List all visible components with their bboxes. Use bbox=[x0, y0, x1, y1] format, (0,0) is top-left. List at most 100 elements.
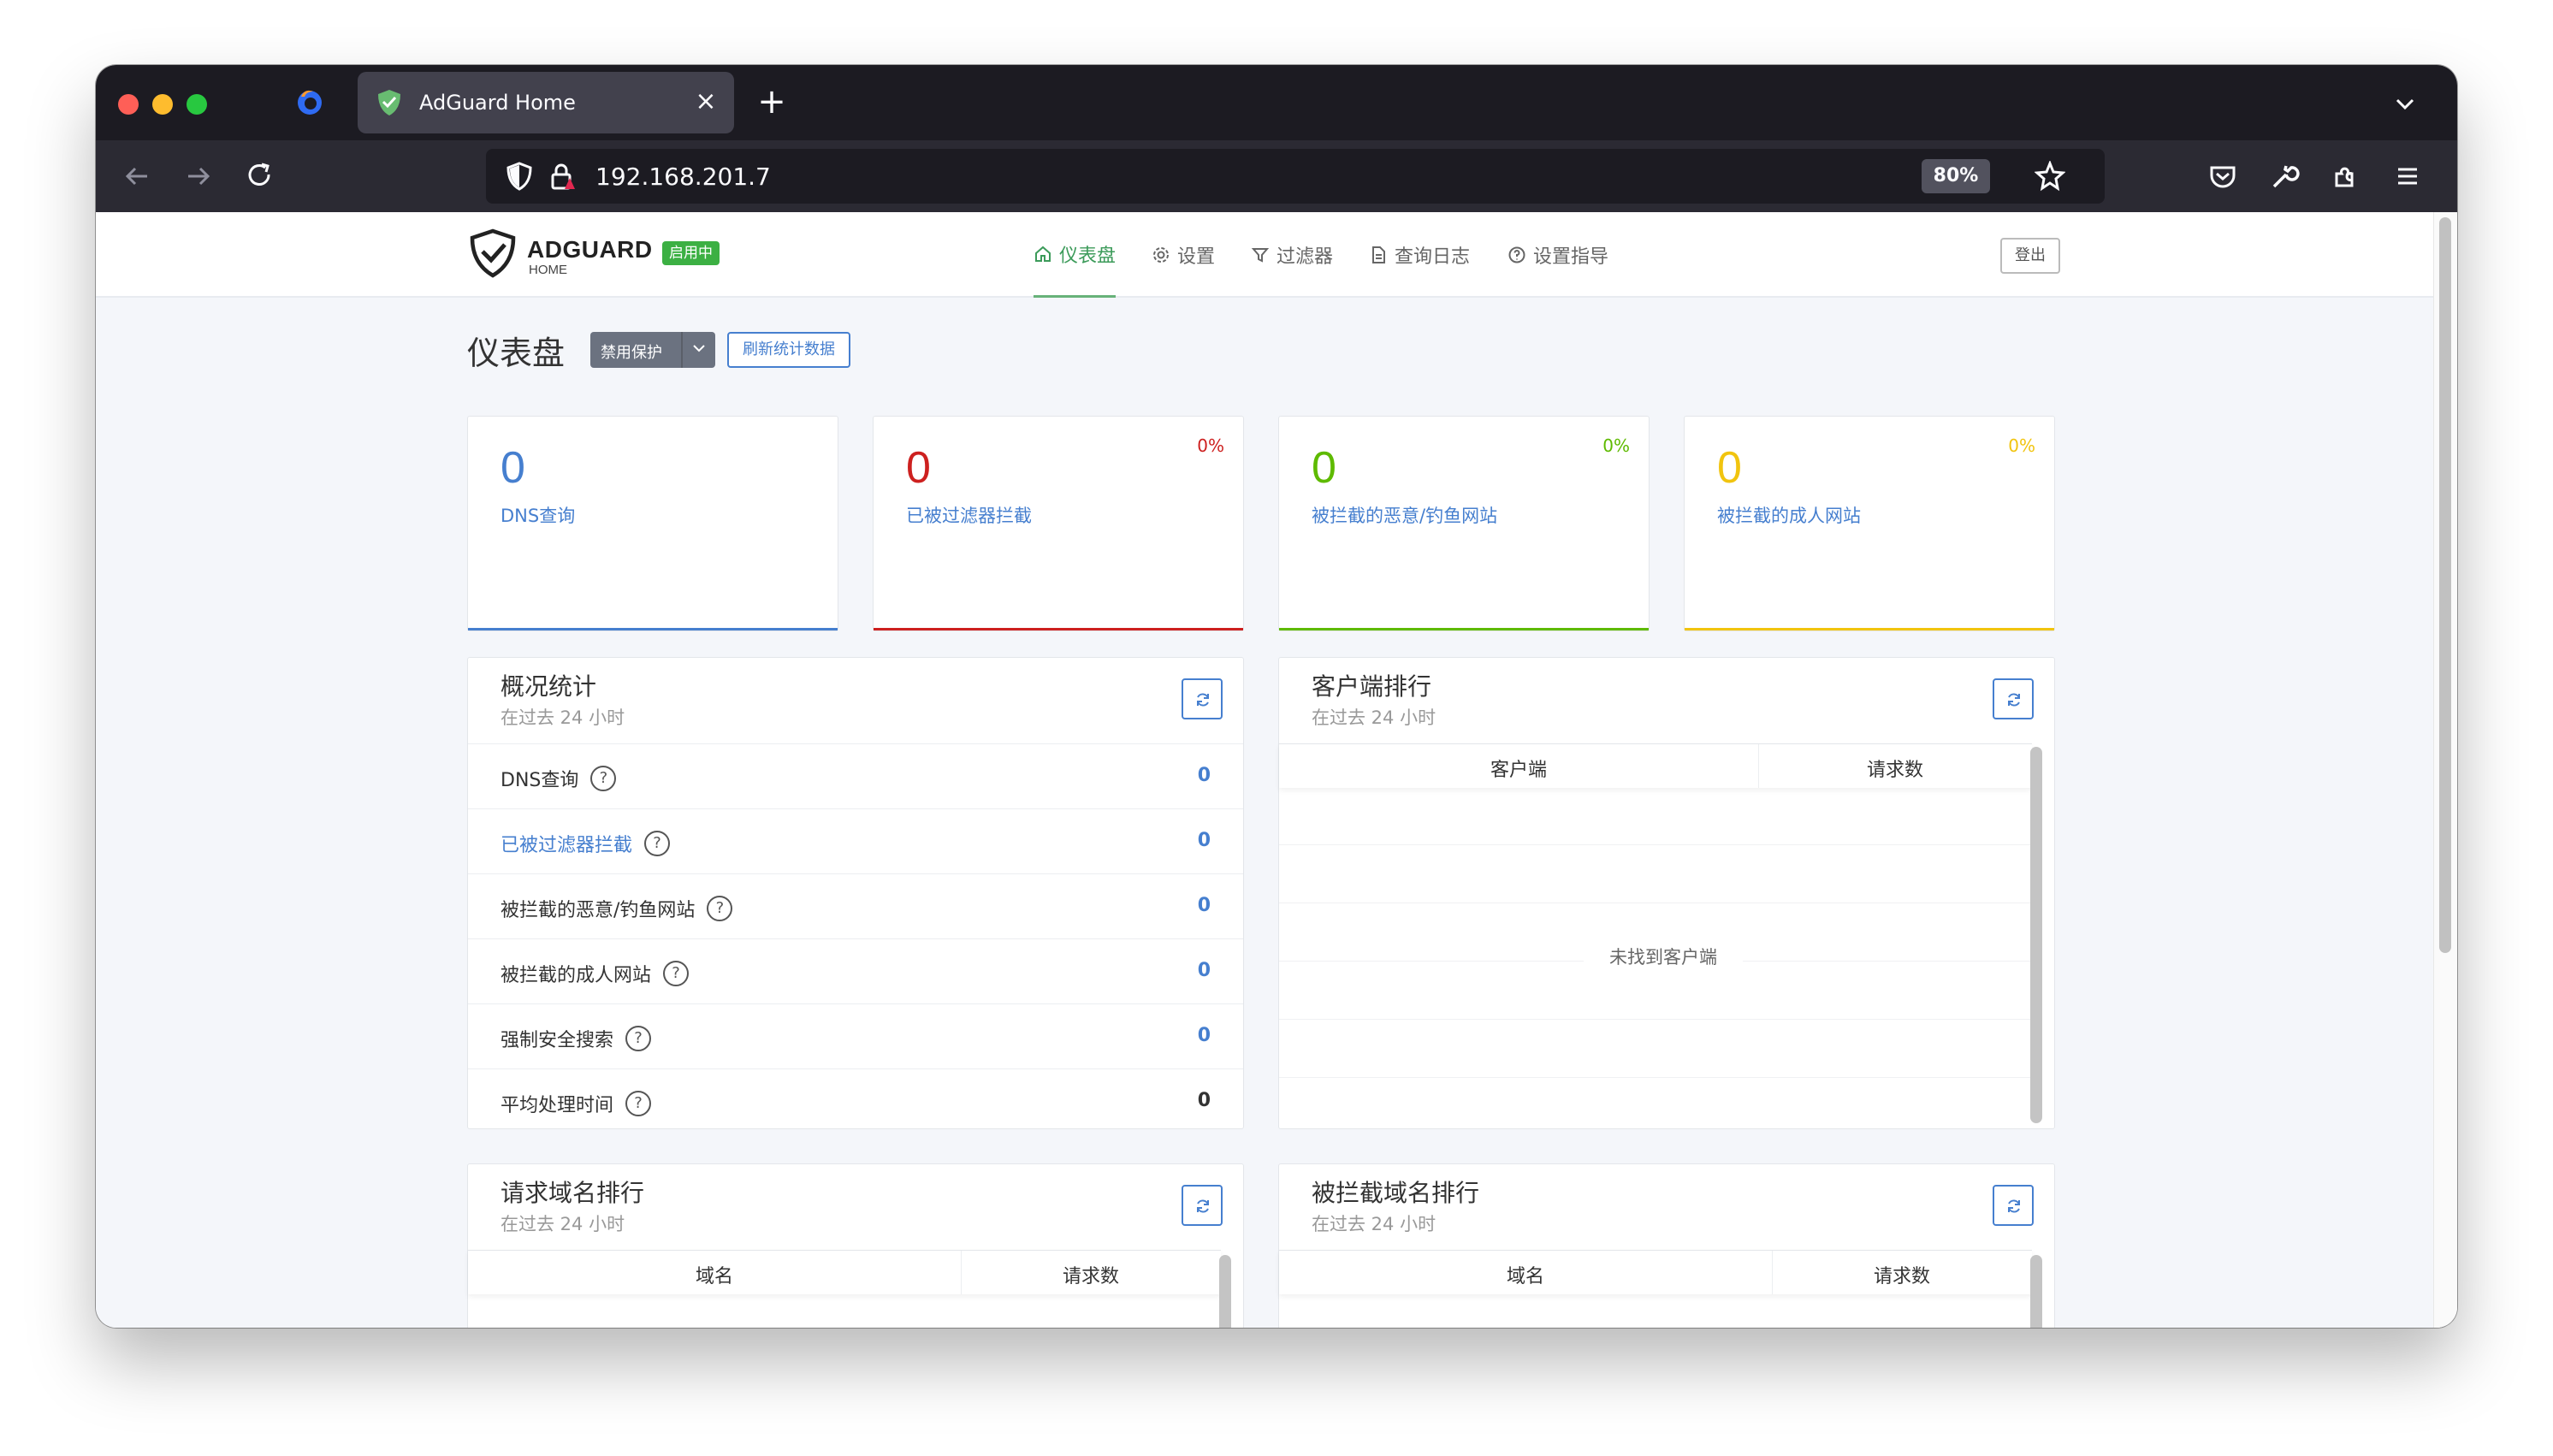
card-label[interactable]: 被拦截的成人网站 bbox=[1717, 502, 1861, 528]
nav-query-log-label: 查询日志 bbox=[1395, 246, 1471, 268]
status-badge: 启用中 bbox=[662, 241, 720, 265]
refresh-overview-button[interactable] bbox=[1182, 678, 1223, 719]
help-icon[interactable]: ? bbox=[663, 961, 690, 986]
column-header-requests[interactable]: 请求数 bbox=[1758, 755, 2032, 782]
row-label: 平均处理时间? bbox=[501, 1090, 652, 1117]
table-scrollbar[interactable] bbox=[1219, 1255, 1231, 1328]
forward-arrow-icon[interactable] bbox=[181, 159, 216, 193]
tracking-shield-icon[interactable] bbox=[505, 161, 534, 192]
tab-close-icon[interactable]: × bbox=[691, 87, 720, 116]
row-label: 被拦截的恶意/钓鱼网站? bbox=[501, 895, 733, 922]
refresh-clients-button[interactable] bbox=[1993, 678, 2034, 719]
extensions-icon[interactable] bbox=[2329, 159, 2363, 193]
disable-protection-button[interactable]: 禁用保护 bbox=[590, 332, 715, 368]
row-label: 被拦截的成人网站? bbox=[501, 960, 690, 987]
new-tab-button[interactable]: + bbox=[756, 85, 787, 119]
column-header-client[interactable]: 客户端 bbox=[1279, 755, 1758, 782]
row-value: 0 bbox=[1197, 765, 1211, 786]
lock-warning-icon[interactable] bbox=[548, 161, 577, 192]
card-bar bbox=[1685, 628, 2054, 630]
row-label-text: 被拦截的恶意/钓鱼网站 bbox=[501, 900, 696, 921]
nav-query-log[interactable]: 查询日志 bbox=[1369, 212, 1470, 298]
row-line bbox=[1279, 1077, 2032, 1078]
stat-card-dns-queries: 0 DNS查询 bbox=[467, 416, 838, 631]
card-percent: 0% bbox=[1197, 435, 1224, 456]
card-label[interactable]: DNS查询 bbox=[501, 502, 575, 528]
bookmark-star-icon[interactable] bbox=[2035, 161, 2065, 192]
help-icon[interactable]: ? bbox=[625, 1026, 652, 1051]
panel-title: 客户端排行 bbox=[1312, 672, 1432, 701]
card-value: 0 bbox=[1717, 443, 1742, 493]
help-icon[interactable]: ? bbox=[644, 831, 671, 856]
url-bar[interactable]: 192.168.201.7 80% bbox=[486, 149, 2105, 204]
help-icon[interactable]: ? bbox=[625, 1091, 652, 1116]
close-window-button[interactable] bbox=[118, 94, 139, 115]
logout-button[interactable]: 登出 bbox=[2000, 238, 2060, 274]
home-icon bbox=[1035, 246, 1051, 262]
minimize-window-button[interactable] bbox=[152, 94, 173, 115]
nav-dashboard[interactable]: 仪表盘 bbox=[1034, 212, 1117, 298]
row-value: 0 bbox=[1197, 895, 1211, 916]
hamburger-menu-icon[interactable] bbox=[2390, 159, 2425, 193]
refresh-blocked-button[interactable] bbox=[1993, 1185, 2034, 1226]
row-value: 0 bbox=[1197, 1025, 1211, 1046]
chevron-down-icon[interactable] bbox=[2390, 89, 2420, 118]
top-clients-panel: 客户端排行 在过去 24 小时 客户端 请求数 未找到客户端 bbox=[1278, 657, 2055, 1129]
panel-subtitle: 在过去 24 小时 bbox=[1312, 707, 1436, 728]
card-percent: 0% bbox=[2008, 435, 2035, 456]
row-label-text[interactable]: 已被过滤器拦截 bbox=[501, 830, 632, 857]
url-text[interactable]: 192.168.201.7 bbox=[595, 163, 771, 191]
card-bar bbox=[874, 628, 1243, 630]
nav-settings[interactable]: 设置 bbox=[1152, 212, 1215, 298]
nav-setup-guide[interactable]: 设置指导 bbox=[1508, 212, 1608, 298]
nav-filters[interactable]: 过滤器 bbox=[1251, 212, 1333, 298]
nav-filters-label: 过滤器 bbox=[1276, 246, 1334, 268]
column-header-domain[interactable]: 域名 bbox=[1279, 1261, 1772, 1288]
browser-tab[interactable]: AdGuard Home × bbox=[358, 72, 734, 133]
wrench-icon[interactable] bbox=[2267, 159, 2301, 193]
tab-title: AdGuard Home bbox=[419, 91, 576, 115]
navigation-bar: 192.168.201.7 80% bbox=[96, 140, 2457, 212]
column-header-requests[interactable]: 请求数 bbox=[1772, 1261, 2032, 1288]
reload-icon[interactable] bbox=[243, 159, 277, 193]
help-icon[interactable]: ? bbox=[590, 766, 617, 791]
refresh-queried-button[interactable] bbox=[1182, 1185, 1223, 1226]
page-scrollbar-thumb[interactable] bbox=[2439, 217, 2451, 953]
clients-table-body: 未找到客户端 bbox=[1279, 788, 2032, 1128]
app-header: ADGUARD HOME 启用中 仪表盘 设置 过滤器 查询日志 设置指导 登出 bbox=[96, 212, 2433, 298]
brand-subtitle: HOME bbox=[529, 263, 567, 277]
card-value: 0 bbox=[906, 443, 931, 493]
page-viewport: ADGUARD HOME 启用中 仪表盘 设置 过滤器 查询日志 设置指导 登出… bbox=[96, 212, 2457, 1328]
column-header-domain[interactable]: 域名 bbox=[468, 1261, 961, 1288]
column-header-requests[interactable]: 请求数 bbox=[961, 1261, 1221, 1288]
chevron-down-icon[interactable] bbox=[690, 339, 708, 358]
zoom-level-button[interactable]: 80% bbox=[1922, 159, 1990, 193]
row-label-text: 平均处理时间 bbox=[501, 1095, 614, 1116]
overview-panel: 概况统计 在过去 24 小时 DNS查询? 0 已被过滤器拦截? 0 被拦截的恶… bbox=[467, 657, 1244, 1129]
row-label-text: DNS查询 bbox=[501, 770, 579, 791]
firefox-view-icon[interactable] bbox=[294, 86, 325, 117]
back-arrow-icon[interactable] bbox=[120, 159, 154, 193]
card-value: 0 bbox=[501, 443, 525, 493]
panel-subtitle: 在过去 24 小时 bbox=[1312, 1214, 1436, 1234]
row-label-text: 被拦截的成人网站 bbox=[501, 965, 652, 986]
row-line bbox=[1279, 1019, 2032, 1020]
refresh-stats-button[interactable]: 刷新统计数据 bbox=[727, 332, 850, 368]
overview-row-adult: 被拦截的成人网站? 0 bbox=[468, 938, 1243, 1003]
card-label[interactable]: 被拦截的恶意/钓鱼网站 bbox=[1312, 502, 1497, 528]
panel-title: 请求域名排行 bbox=[501, 1179, 645, 1207]
pocket-icon[interactable] bbox=[2206, 159, 2240, 193]
row-label[interactable]: 已被过滤器拦截? bbox=[501, 830, 671, 857]
card-label[interactable]: 已被过滤器拦截 bbox=[906, 502, 1032, 528]
table-scrollbar[interactable] bbox=[2030, 1255, 2042, 1328]
maximize-window-button[interactable] bbox=[187, 94, 207, 115]
page-scrollbar-track[interactable] bbox=[2433, 212, 2457, 1328]
blocked-table-header: 域名 请求数 bbox=[1279, 1250, 2032, 1294]
help-icon[interactable]: ? bbox=[707, 896, 733, 921]
adguard-logo-icon[interactable] bbox=[467, 228, 518, 279]
table-scrollbar[interactable] bbox=[2030, 747, 2042, 1123]
row-value: 0 bbox=[1197, 1090, 1211, 1111]
disable-protection-label: 禁用保护 bbox=[601, 344, 662, 362]
browser-window: AdGuard Home × + 192.168.201.7 80% ADGUA… bbox=[96, 65, 2457, 1328]
refresh-icon bbox=[2008, 693, 2020, 707]
